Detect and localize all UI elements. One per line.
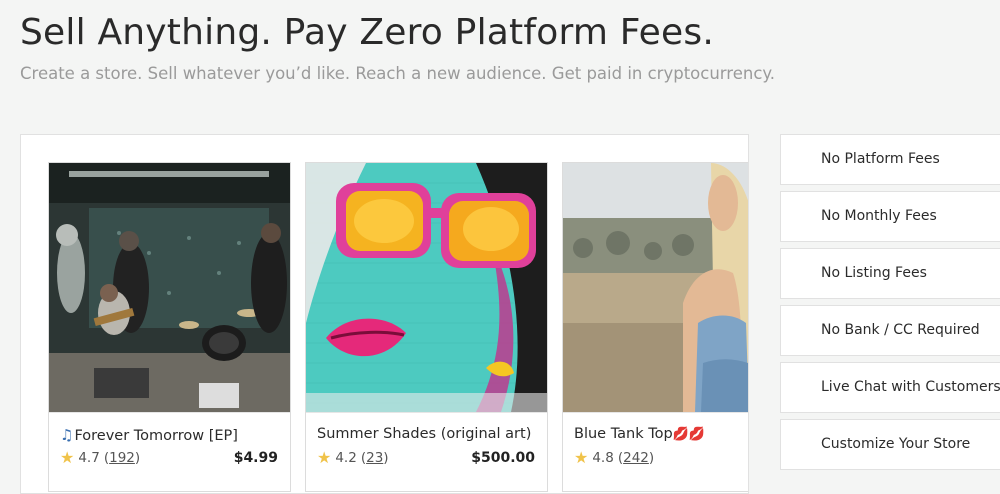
product-price: $500.00 (471, 450, 535, 466)
product-card-blue-tank-top[interactable]: Blue Tank Top💋💋 ★ 4.8 (242) (562, 162, 748, 492)
review-count-link[interactable]: (23) (361, 450, 389, 466)
feature-item: Customize Your Store (780, 419, 1000, 470)
product-price: $4.99 (233, 450, 278, 466)
hero-subheadline: Create a store. Sell whatever you’d like… (20, 64, 776, 83)
feature-item: Live Chat with Customers (780, 362, 1000, 413)
product-card-summer-shades[interactable]: Summer Shades (original art) ★ 4.2 (23) … (305, 162, 548, 492)
lips-icon: 💋💋 (672, 427, 706, 442)
product-photo-tank-top[interactable] (563, 163, 748, 412)
product-card-forever-tomorrow[interactable]: ♫Forever Tomorrow [EP] ★ 4.7 (192) $4.99 (48, 162, 291, 492)
product-photo-graffiti[interactable] (306, 163, 547, 412)
product-carousel: ♫Forever Tomorrow [EP] ★ 4.7 (192) $4.99 (20, 134, 749, 494)
star-icon: ★ (60, 448, 75, 467)
star-icon: ★ (574, 448, 589, 467)
star-icon: ★ (317, 448, 332, 467)
product-photo-band[interactable] (49, 163, 290, 412)
product-rating: ★ 4.7 (192) (60, 448, 141, 467)
hero-headline: Sell Anything. Pay Zero Platform Fees. (20, 12, 714, 53)
feature-item: No Listing Fees (780, 248, 1000, 299)
feature-item: No Bank / CC Required (780, 305, 1000, 356)
music-note-icon: ♫ (60, 426, 74, 444)
review-count-link[interactable]: (242) (618, 450, 654, 466)
product-title[interactable]: ♫Forever Tomorrow [EP] (60, 426, 238, 444)
product-rating: ★ 4.8 (242) (574, 448, 655, 467)
feature-item: No Platform Fees (780, 134, 1000, 185)
product-title[interactable]: Summer Shades (original art) (317, 426, 531, 442)
review-count-link[interactable]: (192) (104, 450, 140, 466)
product-title[interactable]: Blue Tank Top💋💋 (574, 426, 705, 442)
feature-item: No Monthly Fees (780, 191, 1000, 242)
product-rating: ★ 4.2 (23) (317, 448, 389, 467)
